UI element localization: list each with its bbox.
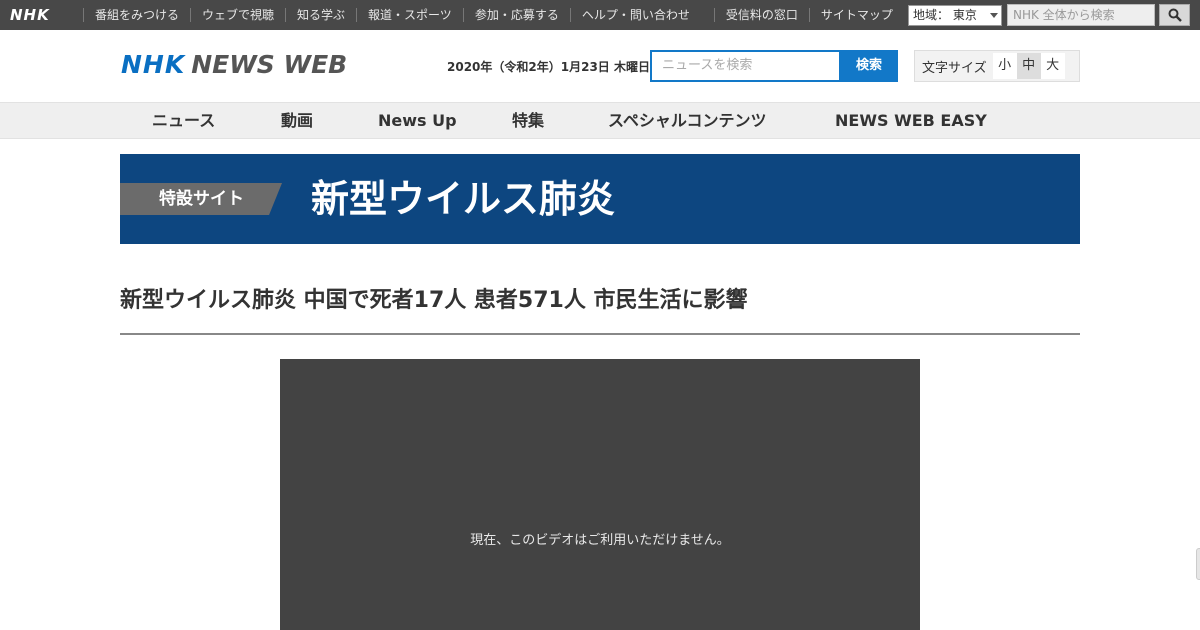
global-link-watch-web[interactable]: ウェブで視聴 — [190, 8, 285, 22]
video-player[interactable]: 現在、このビデオはご利用いただけません。 — [280, 359, 920, 630]
nav-item-news-web-easy[interactable]: NEWS WEB EASY — [835, 103, 987, 138]
global-link-sitemap[interactable]: サイトマップ — [808, 8, 904, 22]
global-link-learn[interactable]: 知る学ぶ — [285, 8, 356, 22]
font-size-label: 文字サイズ — [922, 60, 987, 76]
font-size-selector: 文字サイズ 小 中 大 — [914, 50, 1080, 82]
nav-item-special-contents[interactable]: スペシャルコンテンツ — [608, 103, 767, 138]
global-link-fee-window[interactable]: 受信料の窓口 — [713, 8, 809, 22]
news-search-input[interactable]: ニュースを検索 — [650, 50, 841, 82]
global-link-help[interactable]: ヘルプ・問い合わせ — [569, 8, 701, 22]
article-headline: 新型ウイルス肺炎 中国で死者17人 患者571人 市民生活に影響 — [120, 288, 748, 313]
font-size-medium-button[interactable]: 中 — [1016, 53, 1041, 79]
special-site-banner[interactable]: 特設サイト 新型ウイルス肺炎 — [120, 154, 1080, 244]
region-select-value: 地域： 東京 — [913, 8, 977, 22]
news-search-button[interactable]: 検索 — [840, 50, 898, 82]
global-link-participate[interactable]: 参加・応募する — [462, 8, 570, 22]
global-search-button[interactable] — [1159, 4, 1190, 26]
headline-divider — [120, 333, 1080, 335]
nav-item-news-up[interactable]: News Up — [378, 103, 457, 138]
news-web-logo-nhk: NHK — [121, 50, 186, 79]
special-site-tag: 特設サイト — [120, 183, 282, 215]
current-date: 2020年（令和2年）1月23日 木曜日 — [447, 60, 650, 74]
region-select[interactable]: 地域： 東京 — [908, 5, 1002, 26]
search-icon — [1168, 8, 1182, 22]
nav-item-video[interactable]: 動画 — [281, 103, 313, 138]
special-site-tag-label: 特設サイト — [159, 189, 244, 209]
global-nav-bar: NHK 番組をみつける ウェブで視聴 知る学ぶ 報道・スポーツ 参加・応募する … — [0, 0, 1200, 30]
font-size-small-button[interactable]: 小 — [992, 53, 1017, 79]
news-nav: ニュース 動画 News Up 特集 スペシャルコンテンツ NEWS WEB E… — [0, 102, 1200, 139]
news-header: NHK NEWS WEB 2020年（令和2年）1月23日 木曜日 ニュースを検索… — [0, 30, 1200, 102]
news-web-logo-text: NEWS WEB — [191, 50, 348, 79]
font-size-large-button[interactable]: 大 — [1040, 53, 1065, 79]
global-link-news-sports[interactable]: 報道・スポーツ — [356, 8, 463, 22]
global-link-find-programs[interactable]: 番組をみつける — [83, 8, 190, 22]
nav-item-features[interactable]: 特集 — [512, 103, 544, 138]
banner-title: 新型ウイルス肺炎 — [311, 177, 616, 221]
side-feedback-tab[interactable] — [1196, 548, 1200, 580]
global-nav-links: 番組をみつける ウェブで視聴 知る学ぶ 報道・スポーツ 参加・応募する ヘルプ・… — [83, 0, 904, 30]
chevron-down-icon — [990, 13, 998, 18]
video-unavailable-message: 現在、このビデオはご利用いただけません。 — [470, 533, 730, 548]
news-web-logo[interactable]: NHK NEWS WEB — [121, 50, 347, 80]
global-search-input[interactable]: NHK 全体から検索 — [1007, 4, 1155, 26]
nhk-logo[interactable]: NHK — [10, 8, 50, 23]
nav-item-news[interactable]: ニュース — [152, 103, 215, 138]
